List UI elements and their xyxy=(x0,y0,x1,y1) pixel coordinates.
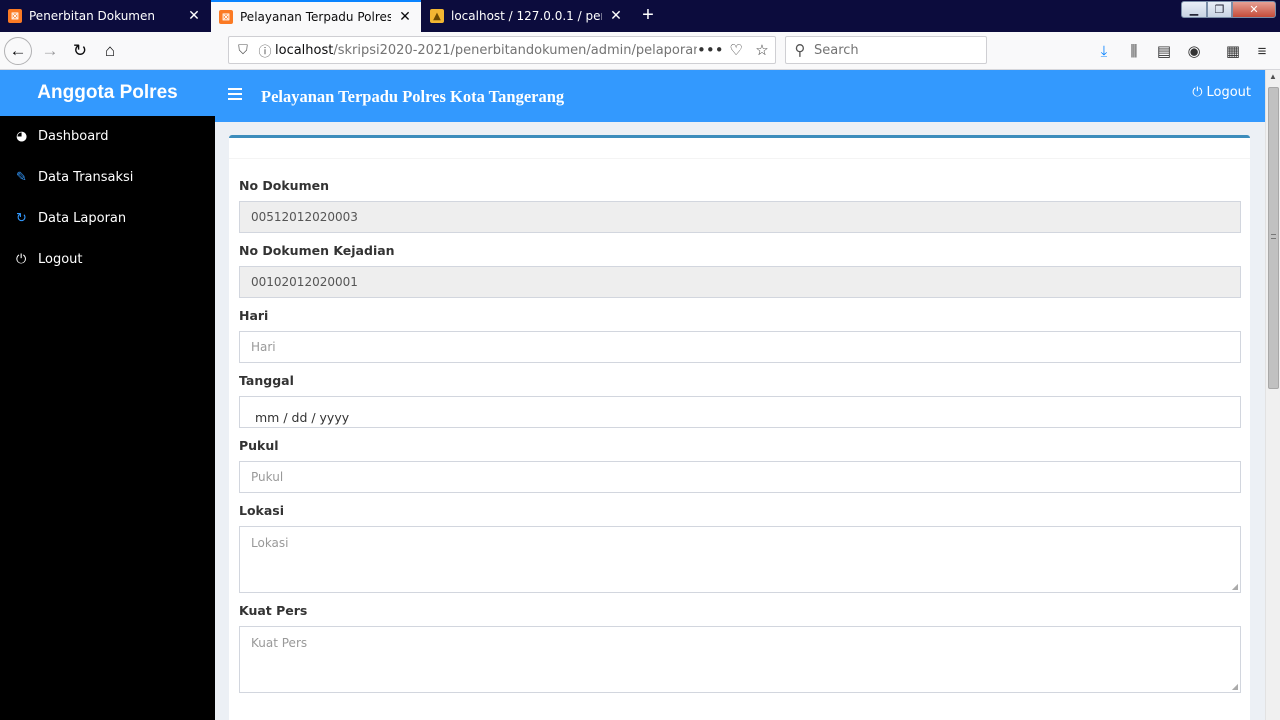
url-path: /skripsi2020-2021/penerbitandokumen/admi… xyxy=(333,42,697,58)
sidebar-item-label: Dashboard xyxy=(38,129,109,144)
logout-label: Logout xyxy=(1206,85,1251,100)
pukul-placeholder: Pukul xyxy=(251,470,284,484)
extensions-icon[interactable]: ▦ xyxy=(1222,40,1244,62)
pocket-icon[interactable]: ♡ xyxy=(723,41,749,59)
scrollbar-thumb[interactable] xyxy=(1268,87,1279,389)
account-icon[interactable]: ◉ xyxy=(1183,40,1205,62)
search-placeholder: Search xyxy=(814,42,859,58)
sidebar-menu: ◕ Dashboard ✎ Data Transaksi ↻ Data Lapo… xyxy=(0,116,215,280)
download-icon[interactable]: ⤓ xyxy=(1093,40,1115,62)
kuat-pers-label: Kuat Pers xyxy=(239,603,308,618)
phpmyadmin-icon: ▲ xyxy=(430,9,444,23)
library-icon[interactable]: ⫼ xyxy=(1123,40,1145,62)
dashboard-icon: ◕ xyxy=(16,129,28,144)
reload-icon[interactable]: ↻ xyxy=(66,37,94,65)
minimize-window-icon[interactable]: ▁ xyxy=(1181,1,1207,18)
hari-placeholder: Hari xyxy=(251,340,276,354)
scroll-up-icon[interactable]: ▲ xyxy=(1269,72,1277,81)
search-input[interactable]: ⚲ Search xyxy=(785,36,987,64)
new-tab-icon[interactable]: + xyxy=(636,4,660,28)
tab-title: Penerbitan Dokumen xyxy=(29,9,155,23)
form-group-hari: Hari Hari xyxy=(239,308,1241,363)
tab-title: Pelayanan Terpadu Polres Kota xyxy=(240,10,391,24)
form-group-lokasi: Lokasi Lokasi ◢ xyxy=(239,503,1241,593)
bookmark-star-icon[interactable]: ☆ xyxy=(749,41,775,59)
url-host: localhost xyxy=(275,42,334,58)
power-icon: ⏻ xyxy=(1192,85,1203,100)
info-icon[interactable]: ⓘ xyxy=(255,41,275,60)
lokasi-label: Lokasi xyxy=(239,503,285,518)
refresh-icon: ↻ xyxy=(16,211,27,226)
sidebar-item-data-transaksi[interactable]: ✎ Data Transaksi xyxy=(0,157,215,198)
page-scrollbar[interactable]: ▲ xyxy=(1265,70,1280,720)
lokasi-textarea[interactable]: Lokasi ◢ xyxy=(239,526,1241,593)
close-window-icon[interactable]: ✕ xyxy=(1232,1,1276,18)
report-form: No Dokumen 00512012020003 No Dokumen Kej… xyxy=(239,178,1241,703)
url-bar[interactable]: ⛉ ⓘ localhost/skripsi2020-2021/penerbita… xyxy=(228,36,776,64)
sidebar-item-dashboard[interactable]: ◕ Dashboard xyxy=(0,116,215,157)
power-icon: ⏻ xyxy=(16,252,27,267)
card-header xyxy=(229,138,1250,159)
content-area: No Dokumen 00512012020003 No Dokumen Kej… xyxy=(215,122,1265,720)
sidebar-toggle-icon[interactable] xyxy=(228,88,242,100)
kuat-pers-textarea[interactable]: Kuat Pers ◢ xyxy=(239,626,1241,693)
no-dokumen-label: No Dokumen xyxy=(239,178,329,193)
home-icon[interactable]: ⌂ xyxy=(96,37,124,65)
browser-tab-bar: ⊠ Penerbitan Dokumen ✕ ⊠ Pelayanan Terpa… xyxy=(0,0,1280,32)
tanggal-date-input[interactable]: mm / dd / yyyy xyxy=(239,396,1241,428)
hamburger-menu-icon[interactable]: ≡ xyxy=(1251,40,1273,62)
browser-tab[interactable]: ▲ localhost / 127.0.0.1 / penerbita ✕ xyxy=(422,0,632,32)
sidebar-item-data-laporan[interactable]: ↻ Data Laporan xyxy=(0,198,215,239)
no-dokumen-field[interactable]: 00512012020003 xyxy=(239,201,1241,233)
xampp-icon: ⊠ xyxy=(219,10,233,24)
logout-button[interactable]: ⏻ Logout xyxy=(1192,85,1251,100)
sidebar-item-label: Data Laporan xyxy=(38,211,127,226)
resize-handle-icon[interactable]: ◢ xyxy=(1232,682,1238,691)
hari-input[interactable]: Hari xyxy=(239,331,1241,363)
form-group-tanggal: Tanggal mm / dd / yyyy xyxy=(239,373,1241,428)
browser-nav-bar: ← → ↻ ⌂ ⛉ ⓘ localhost/skripsi2020-2021/p… xyxy=(0,32,1280,70)
sidebar-item-label: Logout xyxy=(38,252,83,267)
close-tab-icon[interactable]: ✕ xyxy=(186,8,202,24)
close-tab-icon[interactable]: ✕ xyxy=(608,8,624,24)
kuat-pers-placeholder: Kuat Pers xyxy=(251,636,308,650)
browser-tab-active[interactable]: ⊠ Pelayanan Terpadu Polres Kota ✕ xyxy=(211,0,421,32)
xampp-icon: ⊠ xyxy=(8,9,22,23)
form-group-kuat-pers: Kuat Pers Kuat Pers ◢ xyxy=(239,603,1241,693)
form-group-pukul: Pukul Pukul xyxy=(239,438,1241,493)
edit-icon: ✎ xyxy=(16,170,27,185)
sidebar: Anggota Polres ◕ Dashboard ✎ Data Transa… xyxy=(0,70,215,720)
url-text[interactable]: localhost/skripsi2020-2021/penerbitandok… xyxy=(275,43,697,58)
page-title: Pelayanan Terpadu Polres Kota Tangerang xyxy=(261,87,565,106)
lokasi-placeholder: Lokasi xyxy=(251,536,289,550)
forward-icon[interactable]: → xyxy=(36,37,64,65)
back-icon[interactable]: ← xyxy=(4,37,32,65)
form-group-no-dokumen-kejadian: No Dokumen Kejadian 00102012020001 xyxy=(239,243,1241,298)
hari-label: Hari xyxy=(239,308,269,323)
tab-title: localhost / 127.0.0.1 / penerbita xyxy=(451,9,602,23)
resize-handle-icon[interactable]: ◢ xyxy=(1232,582,1238,591)
page-actions-icon[interactable]: ••• xyxy=(697,41,724,59)
shield-icon[interactable]: ⛉ xyxy=(231,43,255,58)
browser-tab[interactable]: ⊠ Penerbitan Dokumen ✕ xyxy=(0,0,210,32)
no-dokumen-value: 00512012020003 xyxy=(251,210,358,224)
pukul-input[interactable]: Pukul xyxy=(239,461,1241,493)
form-group-no-dokumen: No Dokumen 00512012020003 xyxy=(239,178,1241,233)
sidebar-item-label: Data Transaksi xyxy=(38,170,134,185)
sidebar-toggle-icon[interactable]: ▤ xyxy=(1153,40,1175,62)
no-dokumen-kejadian-value: 00102012020001 xyxy=(251,275,358,289)
tanggal-label: Tanggal xyxy=(239,373,294,388)
no-dokumen-kejadian-field[interactable]: 00102012020001 xyxy=(239,266,1241,298)
brand-logo[interactable]: Anggota Polres xyxy=(0,70,215,116)
search-icon: ⚲ xyxy=(794,41,806,59)
no-dokumen-kejadian-label: No Dokumen Kejadian xyxy=(239,243,395,258)
form-card: No Dokumen 00512012020003 No Dokumen Kej… xyxy=(229,135,1250,720)
pukul-label: Pukul xyxy=(239,438,279,453)
close-tab-icon[interactable]: ✕ xyxy=(397,9,413,25)
tanggal-placeholder: mm / dd / yyyy xyxy=(255,410,350,425)
maximize-window-icon[interactable]: ❐ xyxy=(1207,1,1232,18)
app-header: Pelayanan Terpadu Polres Kota Tangerang … xyxy=(215,70,1265,122)
sidebar-item-logout[interactable]: ⏻ Logout xyxy=(0,239,215,280)
